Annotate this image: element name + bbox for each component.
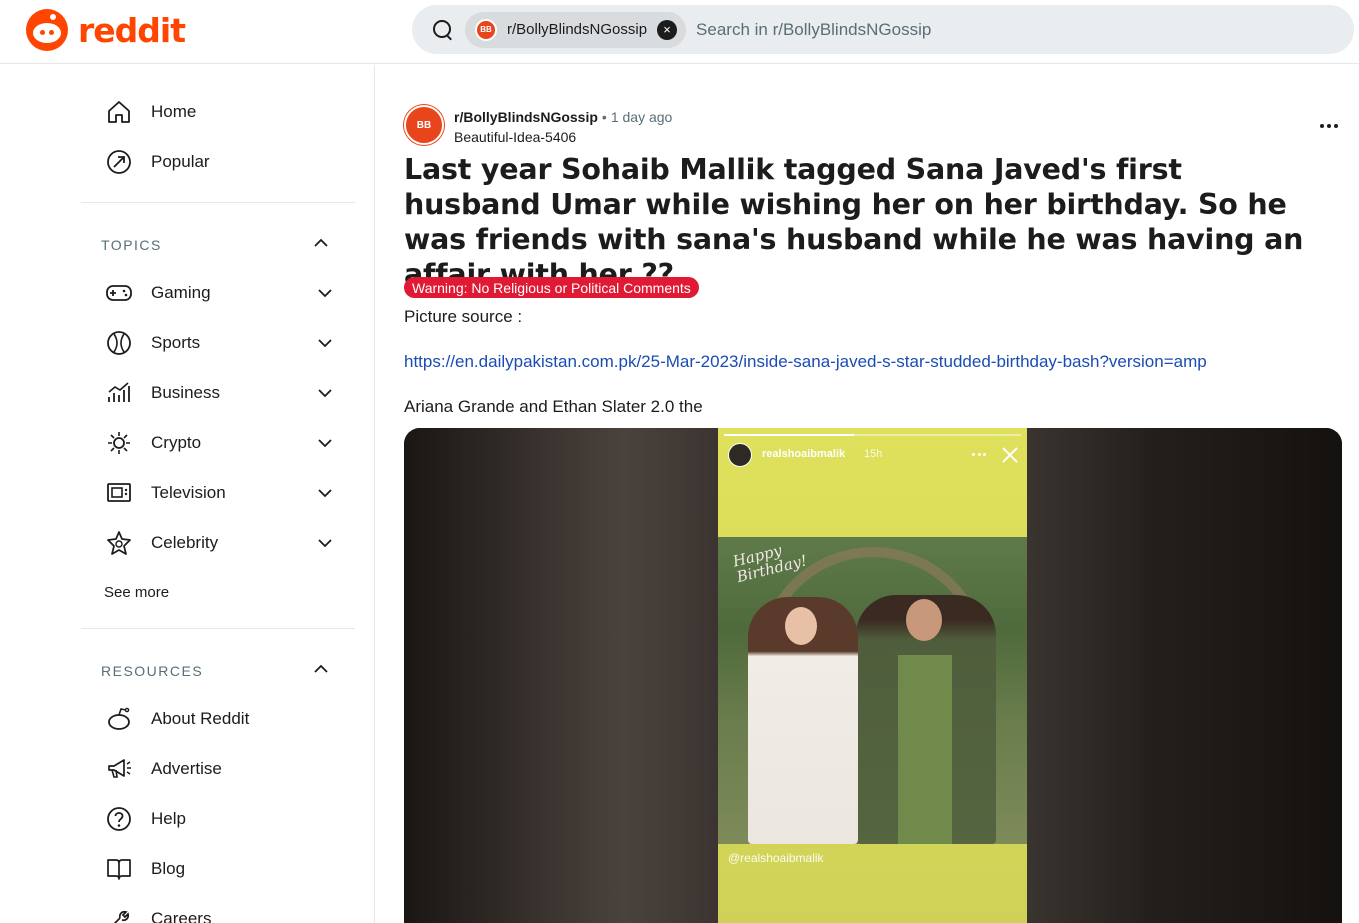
top-header: reddit BB r/BollyBlindsNGossip × <box>0 0 1359 64</box>
star-icon <box>105 529 133 557</box>
sidebar-item-label: Help <box>151 809 186 828</box>
sidebar-item-celebrity[interactable]: Celebrity <box>105 523 355 563</box>
post-title: Last year Sohaib Mallik tagged Sana Jave… <box>404 153 1304 291</box>
see-more-link[interactable]: See more <box>104 584 169 601</box>
topics-heading: TOPICS <box>101 237 162 253</box>
reddit-logo[interactable]: reddit <box>26 8 186 52</box>
chart-icon <box>105 379 133 407</box>
logo-text: reddit <box>78 10 186 50</box>
subreddit-chip[interactable]: BB r/BollyBlindsNGossip × <box>465 11 687 48</box>
story-avatar <box>728 443 752 467</box>
reddit-snoo-icon <box>26 9 68 51</box>
chevron-up-icon[interactable] <box>313 235 329 251</box>
search-input[interactable] <box>696 19 1297 40</box>
sidebar-item-business[interactable]: Business <box>105 373 355 413</box>
divider <box>81 202 355 203</box>
post-time: 1 day ago <box>610 109 673 125</box>
sidebar-item-advertise[interactable]: Advertise <box>105 749 355 789</box>
popular-icon <box>105 148 133 176</box>
instagram-story-image: realshoaibmalik 15h Happy Birthday! @rea… <box>718 428 1027 923</box>
sidebar-item-label: Television <box>151 483 226 502</box>
story-handle: @realshoaibmalik <box>728 851 824 865</box>
home-icon <box>105 98 133 126</box>
sidebar-item-label: Gaming <box>151 283 211 302</box>
divider <box>81 628 355 629</box>
subreddit-avatar: BB <box>475 18 497 41</box>
sidebar-item-label: Popular <box>151 152 210 171</box>
blurred-background <box>404 428 718 923</box>
megaphone-icon <box>105 755 133 783</box>
sidebar-item-home[interactable]: Home <box>105 92 355 132</box>
more-options-button[interactable] <box>1316 116 1342 136</box>
gamepad-icon <box>105 279 133 307</box>
close-icon <box>1002 447 1018 463</box>
book-icon <box>105 855 133 883</box>
subreddit-link[interactable]: r/BollyBlindsNGossip <box>454 109 598 125</box>
sidebar-item-about-reddit[interactable]: About Reddit <box>105 699 355 739</box>
post-meta: BB r/BollyBlindsNGossip • 1 day ago Beau… <box>404 105 672 145</box>
post-body-text: Ariana Grande and Ethan Slater 2.0 the <box>404 397 703 416</box>
separator: • <box>601 109 607 125</box>
chevron-up-icon[interactable] <box>313 661 329 677</box>
reddit-icon <box>105 705 133 733</box>
sidebar-item-label: Crypto <box>151 433 202 452</box>
sidebar-item-label: About Reddit <box>151 709 250 728</box>
subreddit-avatar[interactable]: BB <box>404 105 444 145</box>
sidebar-item-sports[interactable]: Sports <box>105 323 355 363</box>
chevron-down-icon[interactable] <box>317 535 333 551</box>
resources-heading: RESOURCES <box>101 663 204 679</box>
photo: Happy Birthday! <box>718 537 1027 844</box>
sidebar-item-careers[interactable]: Careers <box>105 899 355 923</box>
sidebar-item-label: Sports <box>151 333 201 352</box>
tv-icon <box>105 479 133 507</box>
close-icon[interactable]: × <box>657 19 678 40</box>
sidebar-item-label: Home <box>151 102 197 121</box>
blurred-background <box>1027 428 1342 923</box>
source-link[interactable]: https://en.dailypakistan.com.pk/25-Mar-2… <box>404 352 1207 371</box>
sidebar-item-label: Celebrity <box>151 533 219 552</box>
post-image[interactable]: realshoaibmalik 15h Happy Birthday! @rea… <box>404 428 1342 923</box>
author-link[interactable]: Beautiful-Idea-5406 <box>454 129 672 145</box>
chevron-down-icon[interactable] <box>317 285 333 301</box>
sidebar-item-help[interactable]: Help <box>105 799 355 839</box>
careers-icon <box>105 905 133 923</box>
sidebar-item-label: Advertise <box>151 759 222 778</box>
subreddit-chip-label: r/BollyBlindsNGossip <box>507 21 648 38</box>
crypto-icon <box>105 429 133 457</box>
story-username: realshoaibmalik <box>762 448 846 460</box>
sidebar-item-crypto[interactable]: Crypto <box>105 423 355 463</box>
search-icon <box>432 19 454 41</box>
post-flair[interactable]: Warning: No Religious or Political Comme… <box>404 277 699 298</box>
chevron-down-icon[interactable] <box>317 385 333 401</box>
left-sidebar: Home Popular TOPICS Gaming Sports Busine… <box>0 65 375 923</box>
dot-icon <box>1334 124 1338 128</box>
dot-icon <box>1327 124 1331 128</box>
chevron-down-icon[interactable] <box>317 335 333 351</box>
sidebar-item-television[interactable]: Television <box>105 473 355 513</box>
search-bar[interactable]: BB r/BollyBlindsNGossip × <box>412 5 1354 54</box>
chevron-down-icon[interactable] <box>317 485 333 501</box>
sidebar-item-gaming[interactable]: Gaming <box>105 273 355 313</box>
more-icon <box>972 453 986 457</box>
ball-icon <box>105 329 133 357</box>
help-icon <box>105 805 133 833</box>
post-body-text: Picture source : <box>404 307 523 326</box>
story-progress-bar <box>724 434 1021 436</box>
chevron-down-icon[interactable] <box>317 435 333 451</box>
sidebar-item-label: Careers <box>151 909 212 923</box>
sidebar-item-label: Business <box>151 383 220 402</box>
sidebar-item-popular[interactable]: Popular <box>105 142 355 182</box>
dot-icon <box>1320 124 1324 128</box>
sidebar-item-blog[interactable]: Blog <box>105 849 355 889</box>
story-time: 15h <box>864 448 883 460</box>
sidebar-item-label: Blog <box>151 859 186 878</box>
